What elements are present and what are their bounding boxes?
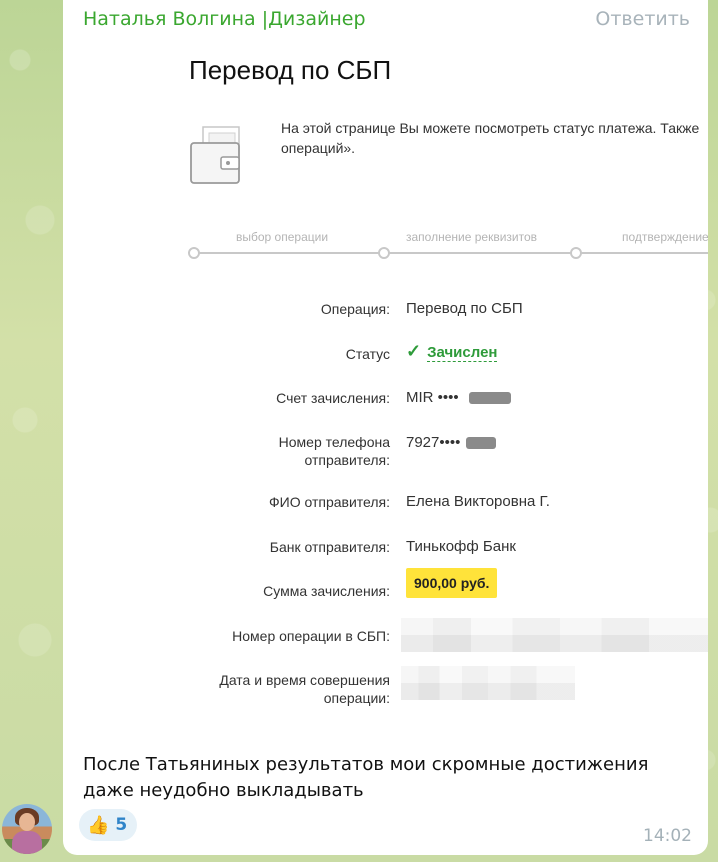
reaction-chip[interactable]: 👍 5: [79, 809, 138, 841]
phone-value: 7927••••: [406, 434, 496, 451]
sender-avatar[interactable]: [2, 804, 52, 854]
step-label-3: подтверждение: [622, 230, 708, 244]
sender-name[interactable]: Наталья Волгина |Дизайнер: [83, 8, 366, 30]
datetime-label-line-1: Дата и время совершения: [219, 672, 390, 688]
account-redaction: [468, 392, 511, 405]
step-dot-3: [570, 247, 582, 259]
reaction-count: 5: [115, 815, 128, 835]
datetime-blurred: [401, 666, 575, 700]
message-caption: После Татьяниных результатов мои скромны…: [83, 754, 649, 801]
phone-redaction: [465, 437, 496, 450]
bank-label: Банк отправителя:: [269, 539, 390, 555]
check-icon: ✓: [406, 341, 422, 361]
step-dot-1: [188, 247, 200, 259]
account-value: MIR ••••: [406, 389, 511, 406]
step-dot-2: [378, 247, 390, 259]
operation-value: Перевод по СБП: [406, 300, 523, 317]
datetime-label-line-2: операции:: [323, 690, 390, 706]
wallet-icon: [190, 126, 240, 184]
fio-value: Елена Викторовна Г.: [406, 493, 550, 510]
avatar-body: [12, 831, 42, 854]
account-label: Счет зачисления:: [276, 390, 390, 406]
status-value: ✓ Зачислен: [406, 341, 498, 362]
operation-label: Операция:: [320, 301, 390, 317]
reply-button[interactable]: Ответить: [595, 8, 690, 30]
sbp-number-blurred: [401, 618, 708, 652]
intro-line-1: На этой странице Вы можете посмотреть ст…: [281, 120, 700, 136]
screenshot-title: Перевод по СБП: [189, 55, 392, 85]
message-bubble: Наталья Волгина |Дизайнер Ответить Перев…: [63, 0, 708, 855]
message-time: 14:02: [643, 826, 692, 846]
avatar-face: [19, 813, 35, 831]
phone-masked: 7927••••: [406, 434, 461, 451]
steps-line: [194, 252, 708, 254]
intro-text: На этой странице Вы можете посмотреть ст…: [281, 118, 708, 158]
sbp-number-label: Номер операции в СБП:: [232, 628, 390, 644]
thumbs-up-icon: 👍: [87, 814, 110, 836]
amount-label: Сумма зачисления:: [263, 583, 390, 599]
phone-label-line-1: Номер телефона: [278, 434, 390, 450]
status-label: Статус: [345, 346, 390, 362]
intro-line-2: операций».: [281, 140, 356, 156]
phone-label: Номер телефона отправителя:: [279, 433, 390, 469]
phone-label-line-2: отправителя:: [304, 452, 390, 468]
attached-screenshot[interactable]: Перевод по СБП На этой странице Вы может…: [126, 42, 708, 720]
progress-steps: выбор операции заполнение реквизитов под…: [188, 226, 708, 266]
bank-value: Тинькофф Банк: [406, 538, 516, 555]
account-masked: MIR ••••: [406, 389, 459, 406]
step-label-1: выбор операции: [236, 230, 329, 244]
fio-label: ФИО отправителя:: [268, 494, 390, 510]
amount-value: 900,00 руб.: [406, 568, 498, 598]
datetime-label: Дата и время совершения операции:: [219, 671, 390, 707]
amount-highlight: 900,00 руб.: [406, 568, 498, 598]
status-text[interactable]: Зачислен: [427, 344, 498, 362]
step-label-2: заполнение реквизитов: [406, 230, 538, 244]
